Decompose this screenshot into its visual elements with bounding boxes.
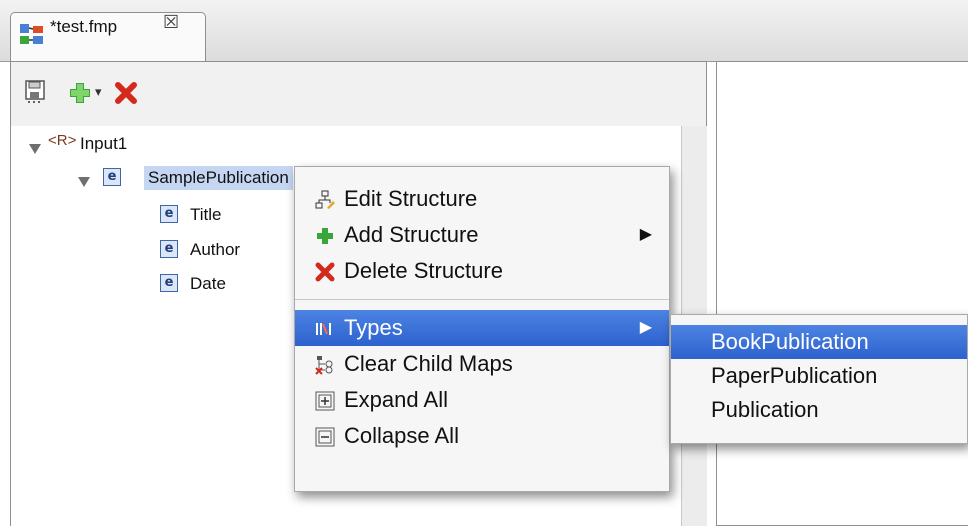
menu-item-label: Expand All: [344, 387, 448, 412]
menu-item-collapse-all[interactable]: Collapse All: [295, 418, 669, 454]
element-icon: e: [160, 205, 178, 223]
menu-item-add-structure[interactable]: Add Structure ▶: [295, 217, 669, 253]
context-menu: Edit Structure Add Structure ▶ Delete St…: [294, 166, 670, 492]
expand-all-icon: [315, 391, 335, 411]
structure-toolbar: ▾: [11, 62, 706, 126]
mapping-panel: [716, 61, 968, 526]
tree-selected-element[interactable]: SamplePublication: [144, 166, 293, 190]
element-icon: e: [103, 168, 121, 186]
clear-maps-icon: [315, 356, 333, 375]
edit-structure-icon: [315, 190, 335, 209]
menu-item-edit-structure[interactable]: Edit Structure: [295, 181, 669, 217]
types-submenu: BookPublication PaperPublication Publica…: [670, 314, 968, 444]
submenu-item-book-publication[interactable]: BookPublication: [671, 325, 967, 359]
menu-item-label: Types: [344, 315, 403, 340]
tree-child-item[interactable]: Title: [190, 205, 222, 225]
menu-item-label: Edit Structure: [344, 186, 478, 211]
expand-twisty-icon[interactable]: [78, 177, 90, 187]
tab-title: *test.fmp: [50, 17, 118, 36]
menu-item-types[interactable]: Types ▶: [295, 310, 669, 346]
menu-item-label: Collapse All: [344, 423, 459, 448]
menu-item-expand-all[interactable]: Expand All: [295, 382, 669, 418]
submenu-arrow-icon: ▶: [639, 226, 652, 243]
menu-item-clear-child-maps[interactable]: Clear Child Maps: [295, 346, 669, 382]
delete-icon: [315, 262, 335, 282]
expand-twisty-icon[interactable]: [29, 144, 41, 154]
delete-icon[interactable]: [115, 82, 137, 104]
save-icon[interactable]: [25, 80, 47, 104]
menu-item-label: Clear Child Maps: [344, 351, 513, 376]
menu-item-label: Delete Structure: [344, 258, 503, 283]
add-icon[interactable]: [69, 82, 91, 104]
menu-separator: [295, 299, 669, 300]
add-icon: [317, 228, 333, 244]
menu-item-delete-structure[interactable]: Delete Structure: [295, 253, 669, 289]
mapping-file-icon: [20, 24, 43, 44]
submenu-item-paper-publication[interactable]: PaperPublication: [671, 359, 967, 393]
element-icon: e: [160, 274, 178, 292]
types-icon: [316, 323, 331, 335]
menu-item-label: Add Structure: [344, 222, 479, 247]
tree-root-label[interactable]: Input1: [80, 134, 127, 154]
add-dropdown-icon[interactable]: ▾: [95, 84, 102, 100]
tree-child-item[interactable]: Date: [190, 274, 226, 294]
tree-child-item[interactable]: Author: [190, 240, 240, 260]
collapse-all-icon: [315, 427, 335, 447]
tab-close-icon[interactable]: ☒: [163, 12, 179, 33]
element-icon: e: [160, 240, 178, 258]
submenu-arrow-icon: ▶: [639, 319, 652, 336]
submenu-item-publication[interactable]: Publication: [671, 393, 967, 427]
root-badge-icon: <R>: [48, 132, 77, 149]
